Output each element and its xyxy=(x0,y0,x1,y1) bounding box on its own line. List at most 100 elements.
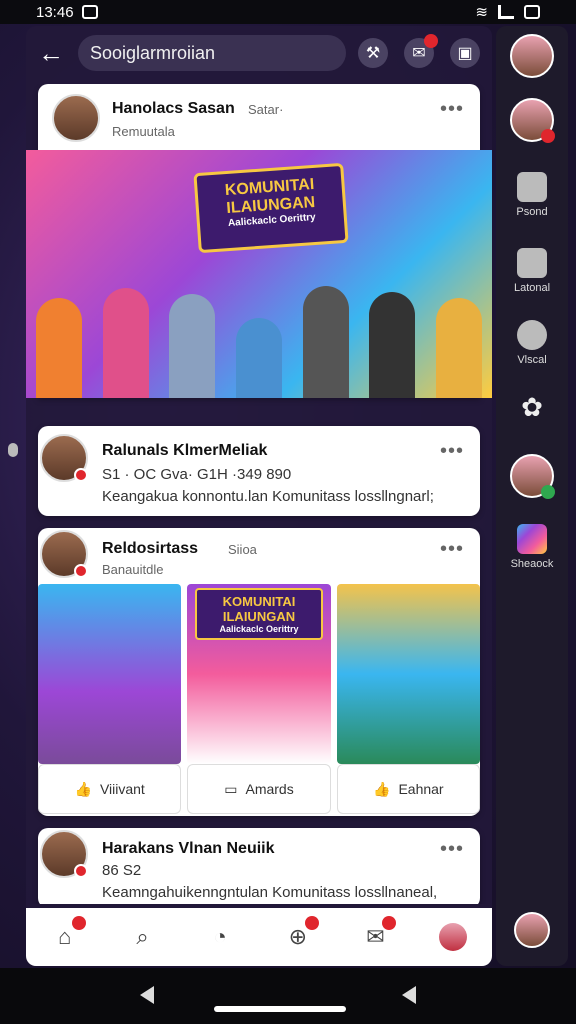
gallery-image[interactable] xyxy=(38,584,182,764)
notification-badge xyxy=(304,916,319,930)
avatar xyxy=(510,34,554,78)
sidebar-item-vlscal[interactable]: Vlscal xyxy=(496,320,568,366)
post-author[interactable]: Harakans Vlnan Neuiik xyxy=(102,840,275,858)
post-subtitle: Banauitdle xyxy=(102,562,164,577)
status-badge xyxy=(74,864,88,878)
more-options-icon[interactable]: ••• xyxy=(440,838,464,861)
sidebar-item-label: Psond xyxy=(516,206,548,218)
thumbs-up-icon: 👍 xyxy=(74,780,92,797)
comment-label: Amards xyxy=(245,781,294,797)
add-icon[interactable]: ⊕ xyxy=(283,916,319,952)
sidebar-avatar[interactable] xyxy=(496,34,568,78)
avatar[interactable] xyxy=(40,830,88,878)
more-options-icon[interactable]: ••• xyxy=(440,538,464,561)
sidebar-item-flower[interactable]: ✿ xyxy=(496,392,568,426)
sidebar-item-latonal[interactable]: Latonal xyxy=(496,248,568,294)
top-bar: ← Sooiglarmroiian ⚒ ✉ ▣ xyxy=(26,26,492,80)
notification-badge xyxy=(71,916,86,930)
back-arrow-icon[interactable]: ← xyxy=(34,36,68,70)
post-card: Harakans Vlnan Neuiik ••• 86 S2 Keamngah… xyxy=(38,828,480,904)
search-icon[interactable]: ⌕ xyxy=(127,922,157,952)
comment-button[interactable]: ▭ Amards xyxy=(187,764,331,814)
post-author[interactable]: Ralunals KlmerMeliak xyxy=(102,442,267,460)
sidebar: Psond Latonal Vlscal ✿ Sheaock xyxy=(496,26,568,966)
image-title: KOMUNITAI ILAIUNGAN xyxy=(222,594,296,624)
post-author[interactable]: Reldosirtass xyxy=(102,540,198,558)
person-figure xyxy=(302,286,349,398)
notification-icon xyxy=(81,5,98,19)
post-card: Hanolacs Sasan Satar· Remuutala ••• KOMU… xyxy=(26,84,492,398)
person-figure xyxy=(169,294,216,398)
avatar xyxy=(510,98,555,143)
share-label: Eahnar xyxy=(398,781,444,797)
back-icon[interactable] xyxy=(402,986,416,1004)
post-meta: S1 · OC Gva· G1H ·349 890 xyxy=(102,466,292,483)
wifi-icon: ≋ xyxy=(475,4,488,21)
notification-badge xyxy=(382,916,397,930)
post-image[interactable]: KOMUNITAI ILAIUNGAN Aalickaclc Oerittry xyxy=(26,150,492,398)
person-figure xyxy=(435,298,482,398)
bottom-nav: ⌂ ⌕ ◔ ⊕ ✉ xyxy=(26,908,492,966)
menu-icon[interactable]: ▣ xyxy=(450,38,480,68)
sidebar-avatar[interactable] xyxy=(496,912,568,948)
image-gallery: KOMUNITAI ILAIUNGAN Aalickaclc Oerittry xyxy=(38,584,480,764)
search-input[interactable]: Sooiglarmroiian xyxy=(78,35,346,71)
messenger-icon[interactable]: ✉ xyxy=(404,34,438,68)
sidebar-item-label: Vlscal xyxy=(517,354,547,366)
messages-icon[interactable]: ✉ xyxy=(360,916,397,952)
gallery-image[interactable] xyxy=(336,584,480,764)
sidebar-avatar[interactable] xyxy=(496,98,568,143)
like-button[interactable]: 👍 Viiivant xyxy=(38,764,182,814)
avatar xyxy=(510,454,555,499)
avatar[interactable] xyxy=(52,94,100,142)
status-badge xyxy=(74,468,88,482)
search-text: Sooiglarmroiian xyxy=(90,42,216,63)
more-options-icon[interactable]: ••• xyxy=(440,98,464,121)
edge-handle[interactable] xyxy=(8,443,18,457)
back-icon[interactable] xyxy=(140,986,154,1004)
post-subtitle: Remuutala xyxy=(112,124,175,139)
post-text: Keangakua konnontu.lan Komunitass lossll… xyxy=(102,488,434,505)
image-banner: KOMUNITAI ILAIUNGAN Aalickaclc Oerittry xyxy=(193,162,349,254)
clock-icon[interactable]: ◔ xyxy=(205,922,235,952)
comment-icon: ▭ xyxy=(224,780,238,797)
flower-icon: ✿ xyxy=(521,392,543,422)
gauge-icon xyxy=(517,320,547,350)
status-badge xyxy=(74,564,88,578)
home-indicator[interactable] xyxy=(214,1006,346,1012)
status-bar: 13:46 ≋ xyxy=(0,0,576,24)
gallery-image[interactable]: KOMUNITAI ILAIUNGAN Aalickaclc Oerittry xyxy=(187,584,331,764)
post-card: Reldosirtass Siioa Banauitdle ••• KOMUNI… xyxy=(38,528,480,816)
sidebar-item-label: Latonal xyxy=(513,282,551,294)
avatar[interactable] xyxy=(40,434,88,482)
more-options-icon[interactable]: ••• xyxy=(440,440,464,463)
sidebar-item-psond[interactable]: Psond xyxy=(496,172,568,218)
tool-icon[interactable]: ⚒ xyxy=(358,38,388,68)
person-icon xyxy=(517,172,547,202)
image-subtitle: Aalickaclc Oerittry xyxy=(219,624,299,634)
avatar[interactable] xyxy=(40,530,88,578)
person-figure xyxy=(102,288,149,398)
status-badge xyxy=(541,485,555,499)
person-figure xyxy=(369,292,416,398)
feed: Hanolacs Sasan Satar· Remuutala ••• KOMU… xyxy=(26,84,492,904)
post-card: Ralunals KlmerMeliak ••• S1 · OC Gva· G1… xyxy=(38,426,480,516)
profile-icon[interactable] xyxy=(438,922,468,952)
like-label: Viiivant xyxy=(99,781,145,797)
signal-icon xyxy=(498,5,514,19)
gradient-app-icon xyxy=(517,524,547,554)
notification-badge xyxy=(424,34,438,48)
person-figure xyxy=(36,298,83,398)
share-button[interactable]: 👍 Eahnar xyxy=(336,764,480,814)
sidebar-avatar[interactable] xyxy=(496,454,568,499)
status-badge xyxy=(541,129,555,143)
sidebar-item-sheaock[interactable]: Sheaock xyxy=(496,524,568,570)
post-author[interactable]: Hanolacs Sasan xyxy=(112,100,235,118)
system-nav-bar xyxy=(0,968,576,1024)
post-extra: Satar· xyxy=(248,102,284,117)
image-banner: KOMUNITAI ILAIUNGAN Aalickaclc Oerittry xyxy=(195,588,323,640)
home-icon[interactable]: ⌂ xyxy=(50,916,86,952)
checkbox-icon xyxy=(517,248,547,278)
post-meta: 86 S2 xyxy=(102,862,142,879)
avatar xyxy=(514,912,550,948)
